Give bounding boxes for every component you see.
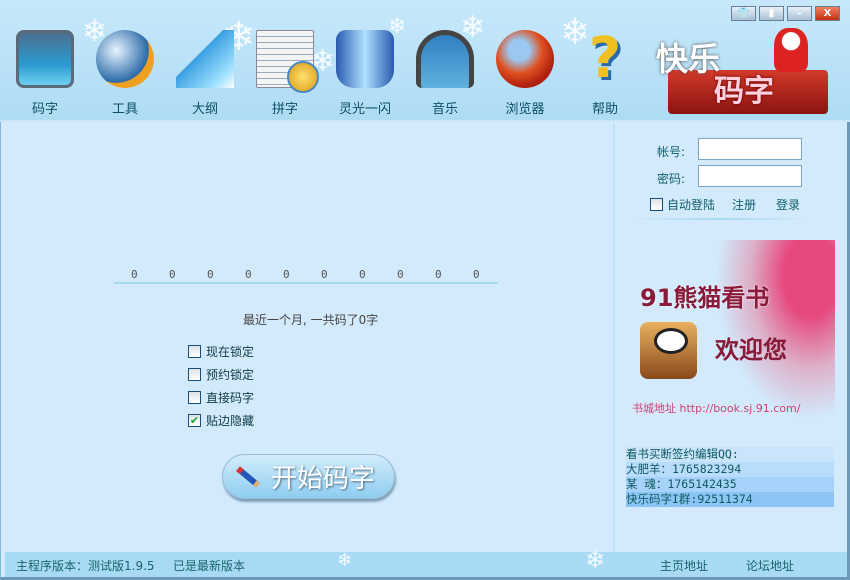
help-icon: ? xyxy=(576,30,634,88)
checkbox[interactable] xyxy=(188,345,201,358)
toolbar-button-browser[interactable]: 浏览器 xyxy=(490,30,560,117)
qq-line: 某 魂：1765142435 xyxy=(626,477,834,492)
daily-count-label: 0 xyxy=(169,268,176,281)
panda-book-icon xyxy=(640,322,697,379)
qq-line: 大肥羊：1765823294 xyxy=(626,462,834,477)
daily-count-label: 0 xyxy=(435,268,442,281)
headphones-icon xyxy=(416,30,474,88)
checkbox[interactable] xyxy=(188,391,201,404)
status-bar: 主程序版本：测试版1.9.5 已是最新版本 ❄ ❄ 主页地址 论坛地址 xyxy=(5,552,847,577)
checkbox-lock-now[interactable]: 现在锁定 xyxy=(188,343,254,360)
toolbar-button-inspiration[interactable]: 灵光一闪 xyxy=(330,30,400,117)
homepage-link[interactable]: 主页地址 xyxy=(660,557,708,574)
toolbar-button-help[interactable]: ?帮助 xyxy=(570,30,640,117)
crystal-icon xyxy=(336,30,394,88)
globe-phone-icon xyxy=(96,30,154,88)
divider xyxy=(630,218,810,220)
daily-count-label: 0 xyxy=(359,268,366,281)
checkbox[interactable] xyxy=(188,368,201,381)
daily-count-label: 0 xyxy=(207,268,214,281)
daily-count-label: 0 xyxy=(473,268,480,281)
toolbar-button-tools[interactable]: 工具 xyxy=(90,30,160,117)
daily-count-label: 0 xyxy=(283,268,290,281)
checkbox[interactable] xyxy=(650,198,663,211)
skin-button[interactable]: 👕 xyxy=(731,6,756,21)
panel-divider xyxy=(613,124,615,552)
password-input[interactable] xyxy=(698,165,802,187)
update-status: 已是最新版本 xyxy=(173,557,245,574)
monthly-summary: 最近一个月, 一共码了0字 xyxy=(243,311,378,328)
window-controls: 👕 ▮ – X xyxy=(731,6,840,21)
checkbox-checked[interactable]: ✔ xyxy=(188,414,201,427)
qq-contact-list: 看书买断签约编辑QQ: 大肥羊：1765823294 某 魂：176514243… xyxy=(626,447,834,507)
toolbar-button-music[interactable]: 音乐 xyxy=(410,30,480,117)
pin-button[interactable]: ▮ xyxy=(759,6,784,21)
daily-count-chart: 0 0 0 0 0 0 0 0 0 0 xyxy=(114,268,498,284)
daily-count-label: 0 xyxy=(397,268,404,281)
app-logo: 快乐码字 xyxy=(656,26,834,116)
toolbar: ❄ ❄ ❄ ❄ ❄ ❄ 码字 工具 大纲 拼字 灵光一闪 音乐 浏览器 ?帮助 … xyxy=(0,0,850,122)
document-clock-icon xyxy=(256,30,314,88)
prism-icon xyxy=(176,30,234,88)
checkbox-edge-hide[interactable]: ✔贴边隐藏 xyxy=(188,412,254,429)
toolbar-button-typing[interactable]: 码字 xyxy=(10,30,80,117)
qq-line: 快乐码字I群:92511374 xyxy=(626,492,834,507)
login-link[interactable]: 登录 xyxy=(776,196,800,213)
toolbar-button-spell[interactable]: 拼字 xyxy=(250,30,320,117)
daily-count-label: 0 xyxy=(245,268,252,281)
account-label: 帐号: xyxy=(657,143,685,160)
snowflake-icon: ❄ xyxy=(337,550,352,571)
forum-link[interactable]: 论坛地址 xyxy=(746,557,794,574)
snowflake-icon: ❄ xyxy=(585,546,605,574)
version-text: 主程序版本：测试版1.9.5 xyxy=(16,557,155,574)
toolbar-button-outline[interactable]: 大纲 xyxy=(170,30,240,117)
password-label: 密码: xyxy=(657,170,685,187)
register-link[interactable]: 注册 xyxy=(732,196,756,213)
pencil-icon xyxy=(236,466,260,487)
checkbox-direct-typing[interactable]: 直接码字 xyxy=(188,389,254,406)
account-input[interactable] xyxy=(698,138,802,160)
ad-banner[interactable]: 91熊猫看书 欢迎您 书城地址 http://book.sj.91.com/ xyxy=(630,240,835,430)
checkbox-scheduled-lock[interactable]: 预约锁定 xyxy=(188,366,254,383)
auto-login-checkbox[interactable]: 自动登陆 xyxy=(650,196,715,213)
daily-count-label: 0 xyxy=(321,268,328,281)
santa-icon xyxy=(774,28,808,72)
qq-line: 看书买断签约编辑QQ: xyxy=(626,447,834,462)
close-button[interactable]: X xyxy=(815,6,840,21)
start-typing-button[interactable]: 开始码字 xyxy=(222,454,395,499)
minimize-button[interactable]: – xyxy=(787,6,812,21)
daily-count-label: 0 xyxy=(131,268,138,281)
firefox-icon xyxy=(496,30,554,88)
laptop-icon xyxy=(16,30,74,88)
